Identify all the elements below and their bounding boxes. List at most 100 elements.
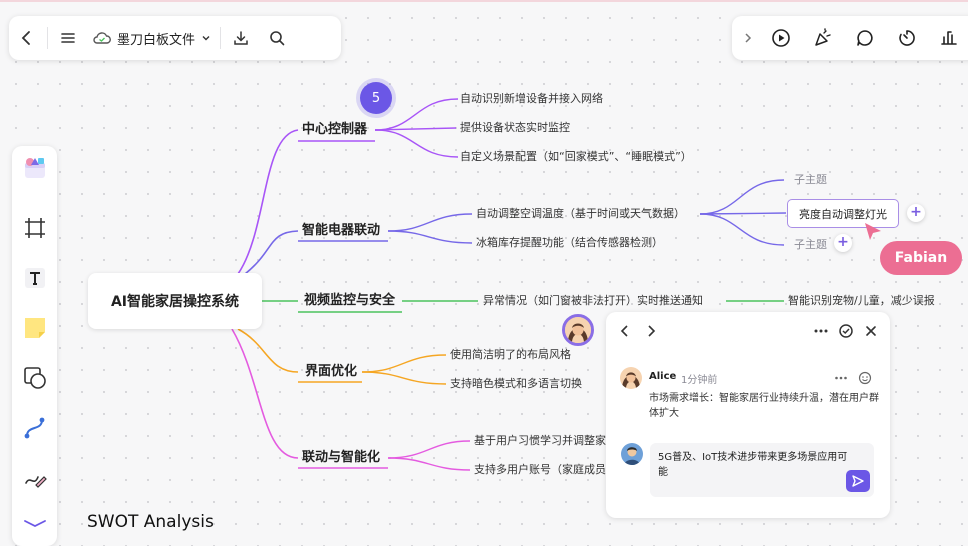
leaf-node[interactable]: 支持暗色模式和多语言切换	[450, 376, 582, 392]
leaf-node[interactable]: 智能识别宠物/儿童，减少误报	[788, 293, 935, 309]
pen-tool[interactable]	[16, 460, 53, 496]
comment-icon	[857, 30, 873, 46]
branch-node-video-security[interactable]: 视频监控与安全	[304, 293, 395, 309]
close-icon	[866, 326, 876, 336]
back-button[interactable]	[9, 20, 45, 56]
reply-input-text[interactable]: 5G普及、IoT技术进步带来更多场景应用可能	[658, 450, 848, 480]
connector-tool[interactable]	[16, 410, 53, 446]
top-left-toolbar: 墨刀白板文件	[9, 16, 341, 60]
shape-tool[interactable]	[16, 360, 53, 396]
comment-panel: Alice 1分钟前 市场需求增长：智能家居行业持续升温，潜在用户群体扩大 5G…	[606, 312, 890, 518]
template-icon	[24, 158, 45, 178]
comment-panel-header	[606, 312, 890, 350]
leaf-node[interactable]: 提供设备状态实时监控	[460, 120, 570, 136]
leaf-node[interactable]: 使用简洁明了的布局风格	[450, 347, 571, 363]
leaf-node[interactable]: 异常情况（如门窗被非法打开）实时推送通知	[483, 293, 703, 309]
present-button[interactable]	[760, 20, 802, 56]
leaf-node[interactable]: 支持多用户账号（家庭成员	[474, 462, 606, 478]
frame-tool[interactable]	[16, 210, 53, 246]
cloud-icon	[93, 32, 111, 44]
current-user-avatar	[621, 443, 643, 465]
celebrate-button[interactable]	[802, 20, 844, 56]
leaf-node[interactable]: 冰箱库存提醒功能（结合传感器检测）	[476, 235, 663, 251]
subtopic-node[interactable]: 子主题	[794, 237, 827, 253]
sticky-note-tool[interactable]	[16, 310, 53, 346]
text-tool[interactable]	[16, 260, 53, 296]
branch-node-ui-optimization[interactable]: 界面优化	[305, 364, 357, 380]
top-right-toolbar	[732, 16, 968, 60]
send-icon	[852, 475, 864, 487]
play-icon	[772, 29, 790, 47]
canvas-section-title: SWOT Analysis	[87, 512, 214, 532]
pen-icon	[24, 476, 47, 488]
branch-node-appliance-linkage[interactable]: 智能电器联动	[302, 223, 380, 239]
menu-icon	[61, 33, 75, 43]
previous-comment-button[interactable]	[616, 322, 634, 340]
download-icon	[234, 31, 248, 45]
frame-icon	[24, 218, 45, 238]
comment-author-avatar[interactable]	[562, 314, 594, 346]
toolbar-divider	[47, 27, 48, 49]
collaborator-label: Fabian	[880, 241, 962, 275]
add-node-button[interactable]: +	[907, 204, 925, 222]
toolbar-divider	[220, 27, 222, 49]
avatar	[620, 367, 642, 389]
sticky-note-icon	[24, 318, 45, 338]
search-button[interactable]	[259, 20, 295, 56]
comments-button[interactable]	[844, 20, 886, 56]
chevron-down-icon	[202, 36, 210, 41]
emoji-icon	[858, 371, 872, 385]
add-node-button[interactable]: +	[834, 234, 852, 252]
chart-icon	[941, 31, 957, 45]
comment-author: Alice	[649, 371, 677, 382]
resolve-comment-button[interactable]	[837, 322, 855, 340]
document-title: 墨刀白板文件	[117, 32, 196, 48]
mindmap-root-node[interactable]: AI智能家居操控系统	[88, 273, 262, 329]
expand-toolbar-button[interactable]	[736, 20, 760, 56]
back-icon	[21, 31, 30, 45]
download-button[interactable]	[223, 20, 259, 56]
chevron-right-icon	[648, 325, 656, 337]
mindmap-icon	[23, 520, 46, 528]
close-panel-button[interactable]	[862, 322, 880, 340]
comment-more-button[interactable]	[832, 369, 850, 387]
reply-input[interactable]: 5G普及、IoT技术进步带来更多场景应用可能	[650, 443, 874, 497]
subtopic-node[interactable]: 子主题	[794, 172, 827, 188]
search-icon	[270, 31, 285, 46]
template-tool[interactable]	[16, 150, 53, 186]
shape-icon	[23, 367, 46, 389]
left-toolbar	[12, 146, 57, 546]
mindmap-tool[interactable]	[16, 508, 53, 544]
text-icon	[24, 268, 45, 288]
expand-icon	[745, 33, 752, 43]
chevron-left-icon	[620, 325, 628, 337]
menu-button[interactable]	[50, 20, 86, 56]
avatar-icon	[565, 317, 591, 343]
more-options-button[interactable]	[812, 322, 830, 340]
document-title-dropdown[interactable]: 墨刀白板文件	[86, 29, 218, 48]
collaborator-name: Fabian	[894, 250, 948, 266]
avatar-icon	[621, 443, 643, 465]
leaf-node[interactable]: 自动识别新增设备并接入网络	[460, 91, 603, 107]
emoji-reaction-button[interactable]	[856, 369, 874, 387]
next-comment-button[interactable]	[642, 322, 660, 340]
timer-icon	[899, 30, 915, 46]
more-icon	[835, 376, 847, 380]
branch-node-intelligence[interactable]: 联动与智能化	[302, 450, 380, 466]
branch-node-central-controller[interactable]: 中心控制器	[302, 122, 367, 138]
send-button[interactable]	[846, 470, 870, 492]
timer-button[interactable]	[886, 20, 928, 56]
avatar-icon	[620, 367, 642, 389]
leaf-node[interactable]: 基于用户习惯学习并调整家	[474, 433, 606, 449]
comment-count-badge[interactable]: 5	[360, 82, 392, 114]
leaf-node[interactable]: 自定义场景配置（如“回家模式”、“睡眠模式”）	[460, 149, 692, 165]
comment-count: 5	[371, 90, 381, 106]
chart-button[interactable]	[928, 20, 968, 56]
connector-icon	[24, 417, 44, 439]
comment-body: 市场需求增长：智能家居行业持续升温，潜在用户群体扩大	[649, 393, 879, 419]
celebrate-icon	[815, 28, 831, 46]
leaf-node[interactable]: 自动调整空调温度（基于时间或天气数据）	[476, 206, 685, 222]
collaborator-cursor-icon	[865, 223, 881, 240]
more-icon	[814, 329, 828, 333]
comment-timestamp: 1分钟前	[681, 375, 718, 386]
